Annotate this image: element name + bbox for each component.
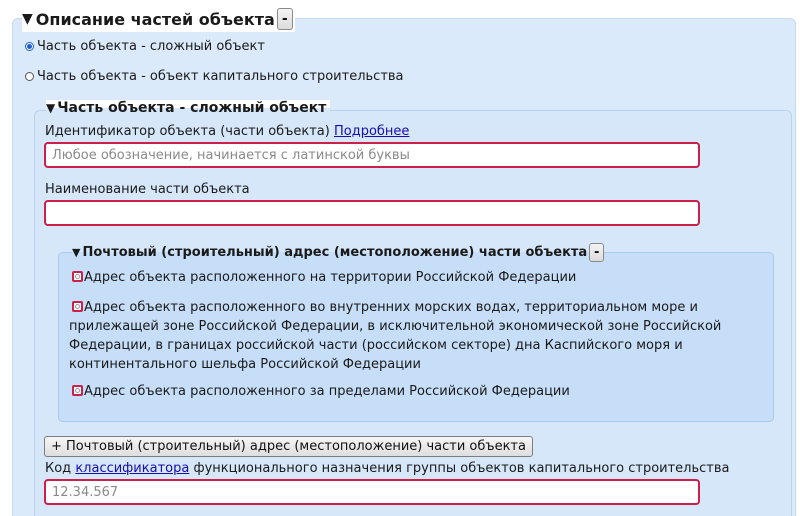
identifier-label: Идентификатор объекта (части объекта) По… bbox=[45, 124, 409, 139]
address-option-abroad[interactable]: Адрес объекта расположенного за пределам… bbox=[69, 382, 759, 401]
address-option-checkbox[interactable] bbox=[72, 271, 83, 282]
collapse-section-button[interactable]: - bbox=[276, 8, 293, 30]
address-option-label: Адрес объекта расположенного за пределам… bbox=[84, 384, 570, 399]
add-address-button[interactable]: + Почтовый (строительный) адрес (местопо… bbox=[44, 436, 533, 457]
identifier-label-text: Идентификатор объекта (части объекта) bbox=[45, 124, 330, 139]
part-name-input[interactable] bbox=[44, 200, 700, 226]
page: ▼ Описание частей объекта - Часть объект… bbox=[0, 0, 800, 516]
radio-label: Часть объекта - объект капитального стро… bbox=[37, 69, 404, 84]
radio-unchecked-icon[interactable] bbox=[25, 72, 34, 81]
address-option-checkbox[interactable] bbox=[72, 301, 83, 312]
collapse-address-button[interactable]: - bbox=[589, 242, 605, 262]
collapse-triangle-icon[interactable]: ▼ bbox=[46, 101, 55, 115]
address-option-checkbox[interactable] bbox=[72, 385, 83, 396]
address-title: Почтовый (строительный) адрес (местополо… bbox=[82, 244, 588, 260]
classifier-code-input[interactable] bbox=[44, 479, 700, 505]
object-part-title: Часть объекта - сложный объект bbox=[57, 100, 327, 116]
collapse-triangle-icon[interactable]: ▼ bbox=[72, 246, 80, 259]
radio-option-capital-construction[interactable]: Часть объекта - объект капитального стро… bbox=[25, 69, 404, 84]
address-option-label: Адрес объекта расположенного на территор… bbox=[84, 270, 577, 285]
address-option-russia[interactable]: Адрес объекта расположенного на территор… bbox=[69, 268, 759, 287]
address-option-label: Адрес объекта расположенного во внутренн… bbox=[69, 300, 722, 372]
classifier-label-suffix: функционального назначения группы объект… bbox=[193, 461, 730, 476]
address-option-sea[interactable]: Адрес объекта расположенного во внутренн… bbox=[69, 298, 759, 374]
identifier-details-link[interactable]: Подробнее bbox=[334, 124, 409, 139]
object-part-header: ▼ Часть объекта - сложный объект bbox=[46, 100, 331, 116]
radio-checked-icon[interactable] bbox=[25, 42, 34, 51]
radio-option-complex-object[interactable]: Часть объекта - сложный объект bbox=[25, 39, 265, 54]
address-header: ▼ Почтовый (строительный) адрес (местопо… bbox=[72, 242, 605, 262]
identifier-input[interactable] bbox=[44, 142, 700, 168]
section-title: Описание частей объекта bbox=[35, 9, 275, 29]
collapse-triangle-icon[interactable]: ▼ bbox=[22, 11, 33, 27]
classifier-link[interactable]: классификатора bbox=[75, 461, 189, 476]
radio-label: Часть объекта - сложный объект bbox=[37, 39, 265, 54]
part-name-label: Наименование части объекта bbox=[45, 182, 250, 197]
parts-description-header: ▼ Описание частей объекта - bbox=[22, 6, 295, 32]
classifier-label: Код классификатора функционального назна… bbox=[45, 461, 730, 476]
classifier-label-prefix: Код bbox=[45, 461, 72, 476]
